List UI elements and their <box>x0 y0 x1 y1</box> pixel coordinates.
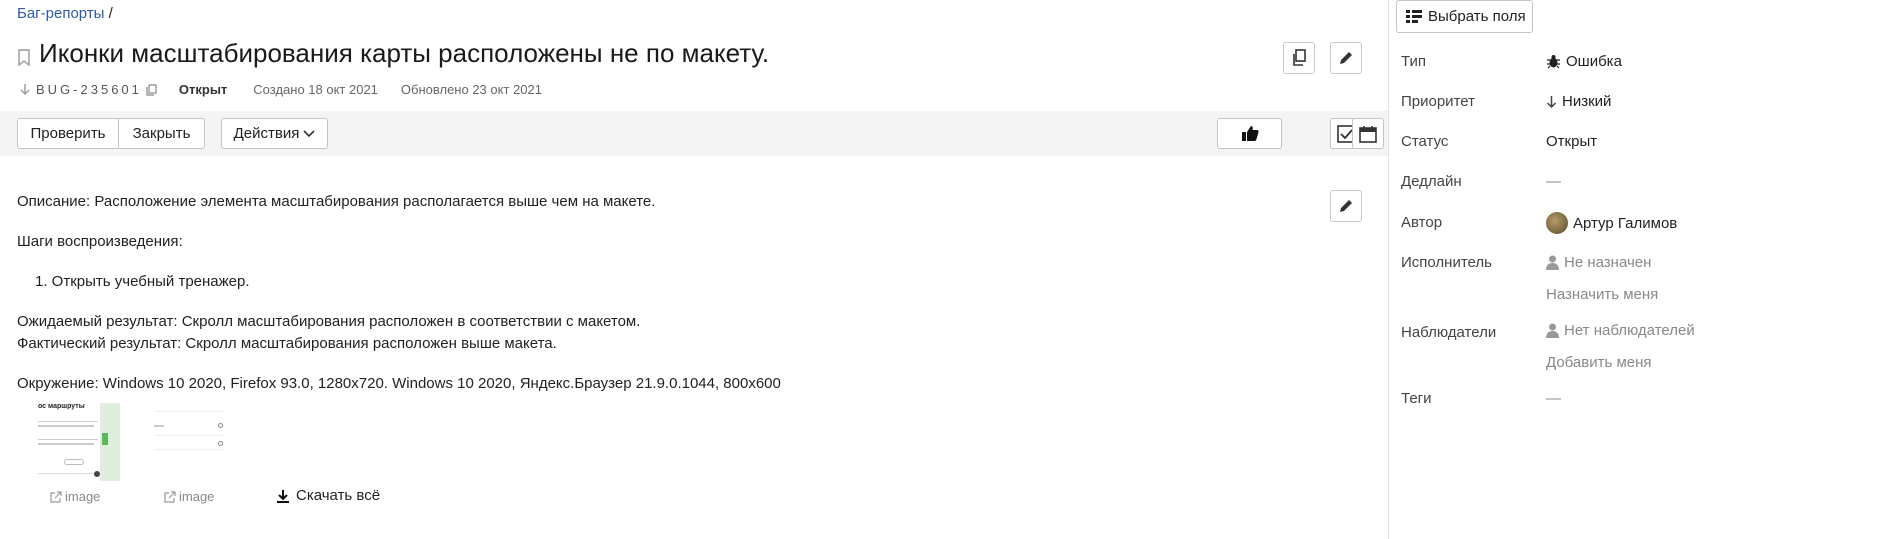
assignee-value: Не назначен <box>1564 254 1652 271</box>
thumbnail-1-heading: ос маршруты <box>38 403 85 410</box>
type-value: Ошибка <box>1566 53 1622 70</box>
field-value-author[interactable]: Артур Галимов <box>1546 212 1677 234</box>
bookmark-icon[interactable] <box>17 49 31 66</box>
download-all-label: Скачать всё <box>296 487 381 504</box>
field-value-watchers[interactable]: Нет наблюдателей <box>1546 322 1695 339</box>
arrow-down-icon <box>1546 95 1557 108</box>
field-value-status[interactable]: Открыт <box>1546 133 1597 150</box>
attachment-thumbnail-2[interactable] <box>150 403 232 481</box>
copy-link-button[interactable] <box>1283 42 1315 74</box>
edit-description-button[interactable] <box>1330 190 1362 222</box>
field-label-tags: Теги <box>1401 390 1432 407</box>
breadcrumb: Баг-репорты / <box>17 5 113 22</box>
updated-date: Обновлено 23 окт 2021 <box>400 82 542 97</box>
field-value-priority[interactable]: Низкий <box>1546 93 1611 110</box>
add-me-link[interactable]: Добавить меня <box>1546 354 1652 371</box>
fields-icon <box>1406 9 1422 23</box>
external-link-icon <box>164 490 176 503</box>
actual-result: Фактический результат: Скролл масштабиро… <box>17 335 557 352</box>
created-date: Создано 18 окт 2021 <box>253 82 378 97</box>
step-item: 1. Открыть учебный тренажер. <box>35 273 250 290</box>
status-badge: Открыт <box>178 82 228 97</box>
field-label-priority: Приоритет <box>1401 93 1475 110</box>
pencil-icon <box>1340 52 1352 64</box>
breadcrumb-link-bug-reports[interactable]: Баг-репорты <box>17 5 104 22</box>
field-label-deadline: Дедлайн <box>1401 173 1462 190</box>
field-value-type[interactable]: Ошибка <box>1546 53 1622 70</box>
avatar <box>1546 212 1568 234</box>
copy-icon <box>1293 49 1306 66</box>
field-value-tags[interactable]: — <box>1546 390 1561 407</box>
environment: Окружение: Windows 10 2020, Firefox 93.0… <box>17 375 781 392</box>
edit-title-button[interactable] <box>1330 42 1362 74</box>
steps-heading: Шаги воспроизведения: <box>17 233 183 250</box>
bug-icon <box>1547 55 1560 69</box>
field-label-status: Статус <box>1401 133 1449 150</box>
assign-me-link[interactable]: Назначить меня <box>1546 286 1658 303</box>
issue-meta: BUG-235601 Открыт Создано 18 окт 2021 Об… <box>20 82 565 97</box>
select-fields-label: Выбрать поля <box>1428 8 1526 25</box>
thumbs-up-icon <box>1241 126 1259 141</box>
check-button[interactable]: Проверить <box>17 118 119 149</box>
like-button[interactable] <box>1217 118 1282 149</box>
arrow-down-icon <box>20 84 30 95</box>
field-label-type: Тип <box>1401 53 1427 70</box>
field-value-assignee[interactable]: Не назначен <box>1546 254 1651 271</box>
calendar-button[interactable] <box>1352 118 1384 149</box>
download-all-button[interactable]: Скачать всё <box>276 487 380 504</box>
field-label-author: Автор <box>1401 214 1443 231</box>
issue-key: BUG-235601 <box>36 82 142 97</box>
download-icon <box>277 489 289 503</box>
chevron-down-icon <box>303 129 315 137</box>
attachment-link-1[interactable]: image <box>50 489 100 504</box>
select-fields-button[interactable]: Выбрать поля <box>1396 0 1533 33</box>
action-toolbar: Проверить Закрыть Действия <box>0 111 1388 156</box>
pencil-icon <box>1340 200 1352 212</box>
issue-description: Описание: Расположение элемента масштаби… <box>17 192 781 394</box>
calendar-icon <box>1359 125 1377 143</box>
external-link-icon <box>50 490 62 503</box>
attachment-link-2[interactable]: image <box>164 489 214 504</box>
user-icon <box>1546 255 1559 270</box>
field-label-watchers: Наблюдатели <box>1401 324 1497 341</box>
priority-value: Низкий <box>1562 93 1612 110</box>
copy-key-icon[interactable] <box>146 83 157 96</box>
attachment-label: image <box>179 489 215 504</box>
user-icon <box>1546 323 1559 338</box>
expected-result: Ожидаемый результат: Скролл масштабирова… <box>17 313 641 330</box>
watchers-value: Нет наблюдателей <box>1564 322 1695 339</box>
attachment-thumbnail-1[interactable]: ос маршруты <box>38 403 120 481</box>
issue-main: Баг-репорты / Иконки масштабирования кар… <box>0 0 1388 539</box>
page-title: Иконки масштабирования карты расположены… <box>39 38 770 68</box>
description-text: Описание: Расположение элемента масштаби… <box>17 193 656 210</box>
field-label-assignee: Исполнитель <box>1401 254 1492 271</box>
author-name: Артур Галимов <box>1573 214 1678 232</box>
actions-label: Действия <box>233 125 300 142</box>
breadcrumb-separator: / <box>108 5 113 22</box>
actions-dropdown[interactable]: Действия <box>221 118 328 149</box>
close-issue-button[interactable]: Закрыть <box>119 118 205 149</box>
field-value-deadline[interactable]: — <box>1546 173 1561 190</box>
title-row: Иконки масштабирования карты расположены… <box>17 38 769 69</box>
attachment-label: image <box>65 489 101 504</box>
